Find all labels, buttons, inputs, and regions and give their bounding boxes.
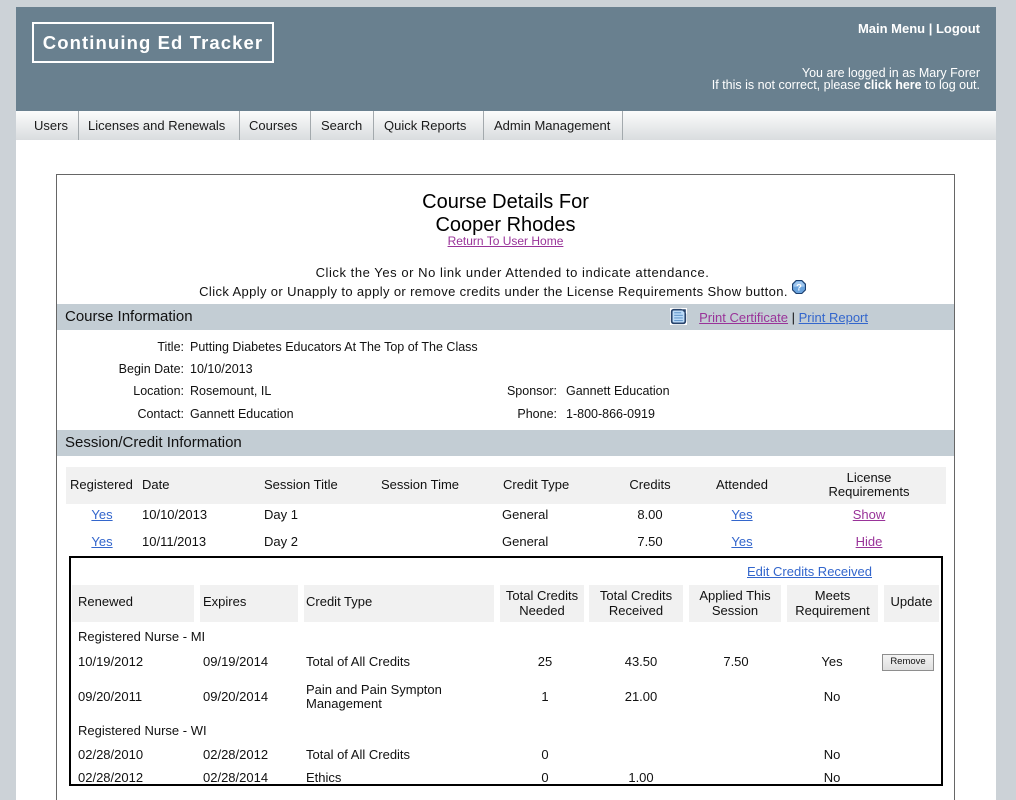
svg-text:?: ?	[796, 283, 802, 294]
